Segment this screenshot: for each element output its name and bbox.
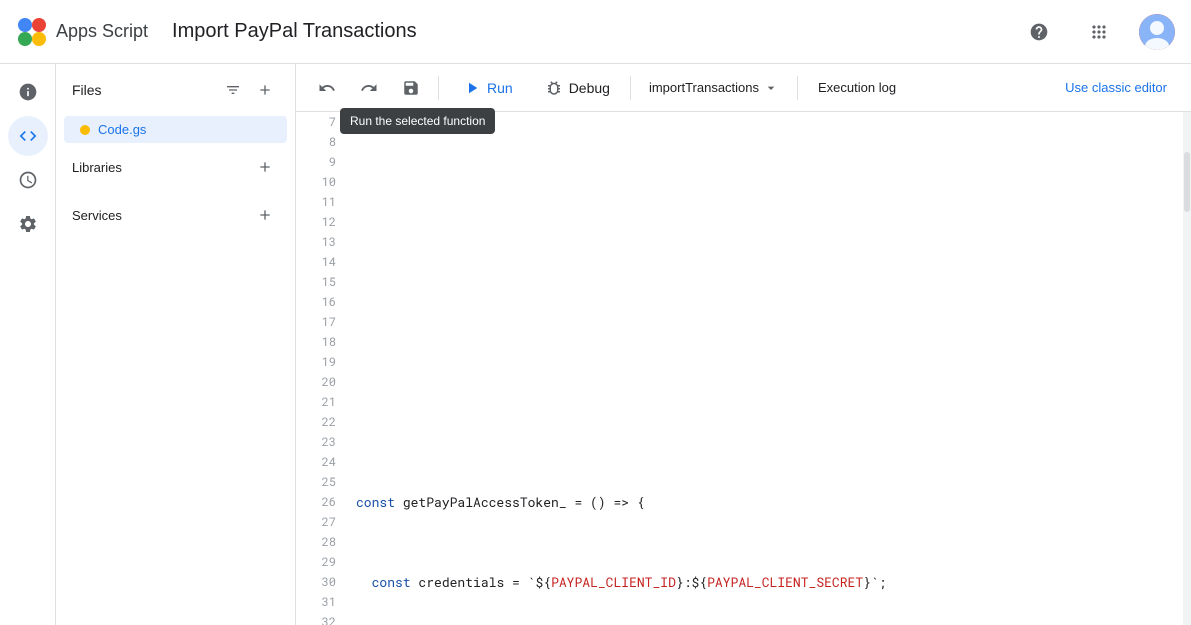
toolbar-divider-3	[797, 76, 798, 100]
sort-files-button[interactable]	[219, 76, 247, 104]
code-line-11: const getPayPalAccessToken_ = () => {	[356, 492, 1171, 512]
code-line-9	[356, 332, 1171, 352]
logo-area: Apps Script	[16, 16, 148, 48]
code-icon	[18, 126, 38, 146]
add-icon	[257, 82, 273, 98]
play-icon	[463, 79, 481, 97]
help-icon	[1029, 22, 1049, 42]
exec-log-label: Execution log	[818, 80, 896, 95]
services-section-header[interactable]: Services	[56, 191, 295, 239]
sidebar-item-editor[interactable]	[8, 116, 48, 156]
code-editor-area: Run Debug importTransactions Executi	[296, 64, 1191, 625]
sidebar-item-overview[interactable]	[8, 72, 48, 112]
file-item-code-gs[interactable]: Code.gs	[64, 116, 287, 143]
google-logo-icon	[16, 16, 48, 48]
function-selector[interactable]: importTransactions	[639, 74, 789, 102]
sidebar-item-settings[interactable]	[8, 204, 48, 244]
save-icon	[402, 79, 420, 97]
files-actions	[219, 76, 279, 104]
add-library-button[interactable]	[251, 153, 279, 181]
code-line-7	[356, 172, 1171, 192]
help-button[interactable]	[1019, 12, 1059, 52]
debug-label: Debug	[569, 80, 610, 96]
redo-icon	[360, 79, 378, 97]
sidebar-icons	[0, 64, 56, 625]
sort-icon	[225, 82, 241, 98]
grid-button[interactable]	[1079, 12, 1119, 52]
function-name: importTransactions	[649, 80, 759, 95]
run-label: Run	[487, 80, 513, 96]
debug-icon	[545, 79, 563, 97]
settings-icon	[18, 214, 38, 234]
run-button[interactable]: Run	[447, 73, 529, 103]
grid-icon	[1089, 22, 1109, 42]
code-editor[interactable]: const getPayPalAccessToken_ = () => { co…	[344, 112, 1183, 625]
toolbar-divider-2	[630, 76, 631, 100]
avatar-image	[1139, 14, 1175, 50]
dropdown-icon	[763, 80, 779, 96]
files-header: Files	[56, 64, 295, 116]
line-numbers: 7 8 9 10 11 12 13 14 15 16 17 18 19 20 2…	[296, 112, 344, 625]
topbar-actions	[1019, 12, 1175, 52]
sidebar-item-triggers[interactable]	[8, 160, 48, 200]
avatar[interactable]	[1139, 14, 1175, 50]
classic-editor-button[interactable]: Use classic editor	[1053, 74, 1179, 101]
add-file-button[interactable]	[251, 76, 279, 104]
classic-editor-label: Use classic editor	[1065, 80, 1167, 95]
scrollbar-thumb[interactable]	[1184, 152, 1190, 212]
add-service-button[interactable]	[251, 201, 279, 229]
undo-icon	[318, 79, 336, 97]
undo-button[interactable]	[308, 73, 346, 103]
editor-container[interactable]: 7 8 9 10 11 12 13 14 15 16 17 18 19 20 2…	[296, 112, 1191, 625]
scrollbar-track[interactable]	[1183, 112, 1191, 625]
files-label: Files	[72, 82, 102, 98]
save-button[interactable]	[392, 73, 430, 103]
file-name: Code.gs	[98, 122, 146, 137]
debug-button[interactable]: Debug	[533, 73, 622, 103]
project-title: Import PayPal Transactions	[172, 20, 417, 43]
services-label: Services	[72, 208, 122, 223]
redo-button[interactable]	[350, 73, 388, 103]
file-panel: Files Code.gs Libraries	[56, 64, 296, 625]
file-status-dot	[80, 125, 90, 135]
app-title: Apps Script	[56, 21, 148, 42]
libraries-label: Libraries	[72, 160, 122, 175]
clock-icon	[18, 170, 38, 190]
topbar: Apps Script Import PayPal Transactions	[0, 0, 1191, 64]
add-service-icon	[257, 207, 273, 223]
toolbar-divider-1	[438, 76, 439, 100]
execution-log-button[interactable]: Execution log	[806, 74, 908, 101]
info-icon	[18, 82, 38, 102]
code-line-12: const credentials = `${PAYPAL_CLIENT_ID}…	[356, 572, 1171, 592]
add-library-icon	[257, 159, 273, 175]
editor-toolbar: Run Debug importTransactions Executi	[296, 64, 1191, 112]
code-line-8	[356, 252, 1171, 272]
code-line-10	[356, 412, 1171, 432]
main-content: Files Code.gs Libraries	[0, 64, 1191, 625]
libraries-section-header[interactable]: Libraries	[56, 143, 295, 191]
